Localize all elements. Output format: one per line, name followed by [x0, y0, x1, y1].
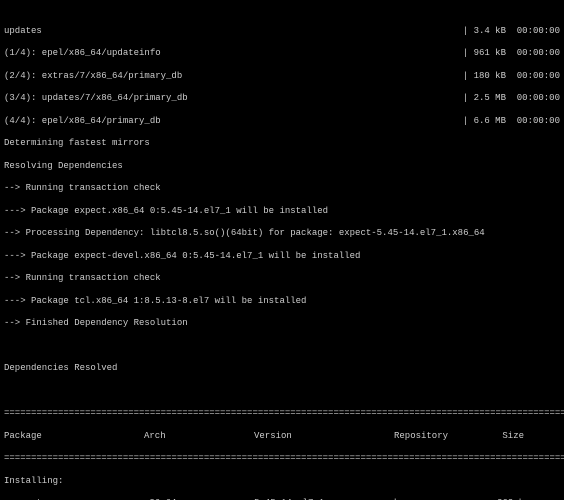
output-line: (2/4): extras/7/x86_64/primary_db| 180 k…: [4, 71, 560, 82]
output-line: --> Running transaction check: [4, 183, 560, 194]
output-line: --> Running transaction check: [4, 273, 560, 284]
section-label: Installing:: [4, 476, 560, 487]
output-line: ---> Package expect-devel.x86_64 0:5.45-…: [4, 251, 560, 262]
output-line: ---> Package tcl.x86_64 1:8.5.13-8.el7 w…: [4, 296, 560, 307]
output-line: Dependencies Resolved: [4, 363, 560, 374]
output-line: (1/4): epel/x86_64/updateinfo| 961 kB 00…: [4, 48, 560, 59]
output-line: Determining fastest mirrors: [4, 138, 560, 149]
output-line: ---> Package expect.x86_64 0:5.45-14.el7…: [4, 206, 560, 217]
text: updates: [4, 26, 42, 37]
table-header: PackageArchVersionRepositorySize: [4, 431, 560, 442]
output-line: (3/4): updates/7/x86_64/primary_db| 2.5 …: [4, 93, 560, 104]
output-line: (4/4): epel/x86_64/primary_db| 6.6 MB 00…: [4, 116, 560, 127]
output-line: Resolving Dependencies: [4, 161, 560, 172]
terminal-output: updates | 3.4 kB 00:00:00 (1/4): epel/x86…: [0, 0, 564, 500]
separator: ========================================…: [4, 453, 560, 464]
size-time: | 3.4 kB 00:00:00: [463, 26, 560, 37]
output-line: --> Finished Dependency Resolution: [4, 318, 560, 329]
separator: ========================================…: [4, 408, 560, 419]
output-line: --> Processing Dependency: libtcl8.5.so(…: [4, 228, 560, 239]
output-line: updates | 3.4 kB 00:00:00: [4, 26, 560, 37]
